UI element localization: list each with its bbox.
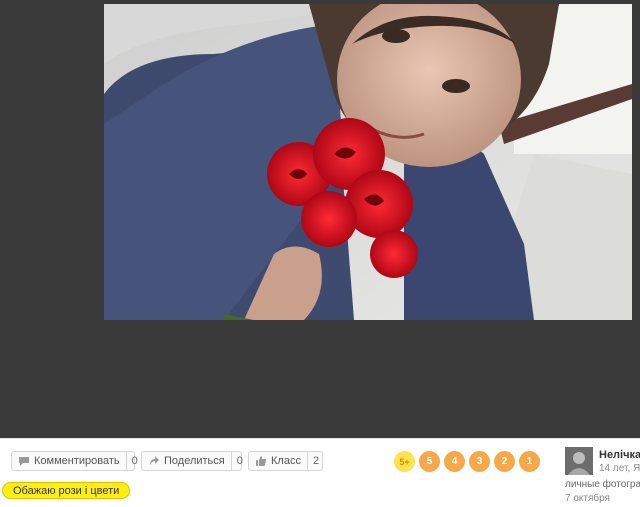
author-name[interactable]: Нелічка: [599, 449, 640, 461]
photo-viewer: [0, 0, 640, 438]
photo-date: 7 октября: [565, 493, 610, 504]
share-label: Поделиться: [164, 455, 225, 467]
comment-button[interactable]: Комментировать 0: [11, 451, 138, 471]
author-block[interactable]: Нелічка 14 лет, Я: [565, 447, 640, 479]
like-label: Класс: [271, 455, 301, 467]
photo-caption: Обажаю рози і цвети: [2, 482, 131, 499]
photo-footer: Комментировать 0 Поделиться 0 Класс 2 5+…: [0, 438, 640, 507]
rating-stars: 5+ 5 4 3 2 1: [394, 451, 544, 472]
share-button[interactable]: Поделиться 0: [141, 451, 243, 471]
share-arrow-icon: [148, 455, 160, 467]
avatar[interactable]: [565, 447, 593, 475]
rating-5[interactable]: 5: [419, 451, 440, 472]
thumbs-up-icon: [255, 455, 267, 467]
album-link[interactable]: личные фотогра: [565, 479, 640, 490]
comment-label: Комментировать: [34, 455, 120, 467]
speech-bubble-icon: [18, 455, 30, 467]
photo-image[interactable]: [104, 4, 632, 320]
rating-2[interactable]: 2: [494, 451, 515, 472]
author-info: 14 лет, Я: [599, 463, 640, 474]
share-count: 0: [230, 452, 248, 470]
rating-3[interactable]: 3: [469, 451, 490, 472]
rating-4[interactable]: 4: [444, 451, 465, 472]
like-button[interactable]: Класс 2: [248, 451, 323, 471]
like-count: 2: [306, 452, 324, 470]
rating-5-plus[interactable]: 5+: [394, 451, 415, 472]
rating-1[interactable]: 1: [519, 451, 540, 472]
